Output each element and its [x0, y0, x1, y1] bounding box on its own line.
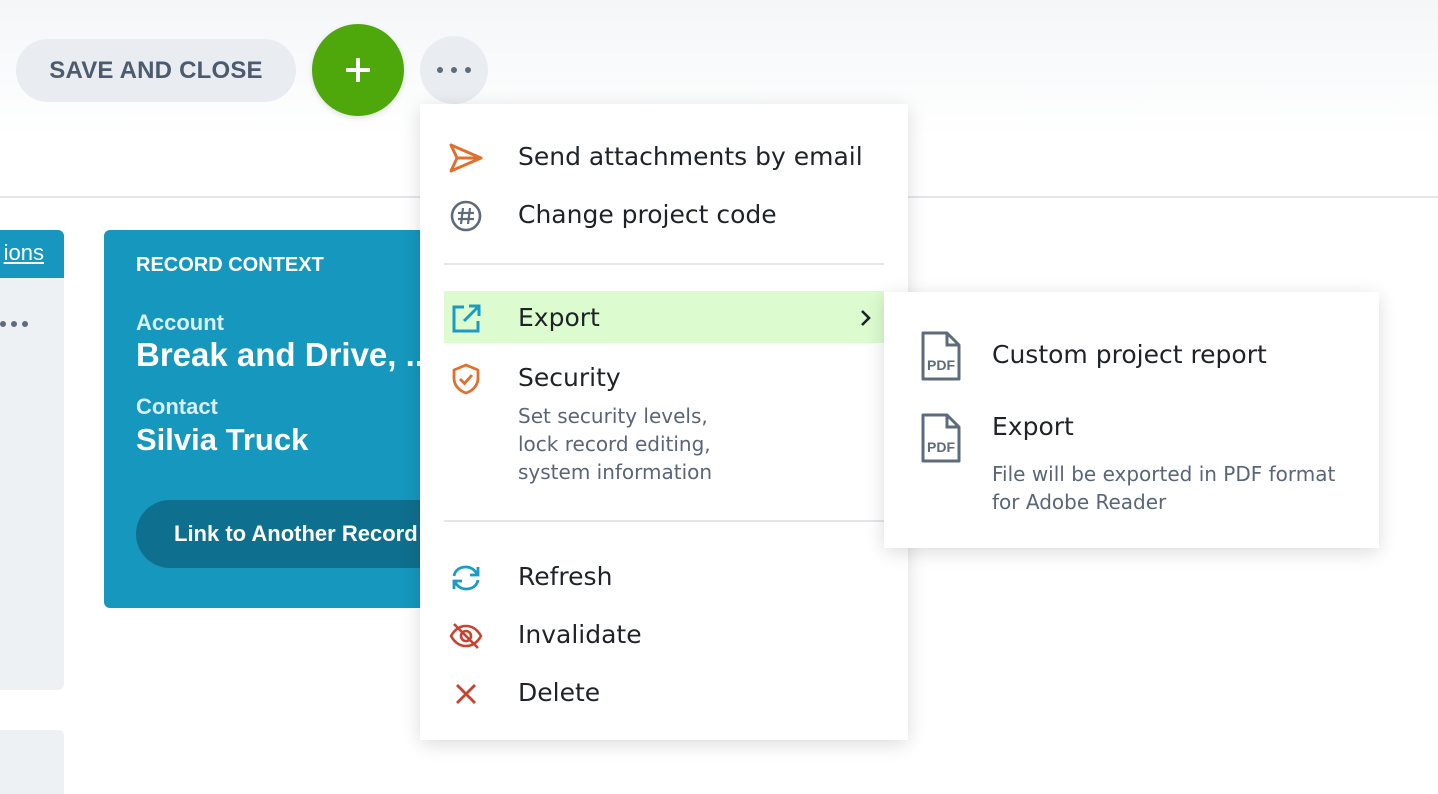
menu-item-label: Refresh: [518, 562, 613, 591]
menu-item-change-project-code[interactable]: Change project code: [444, 186, 884, 240]
security-description-line-1: Set security levels,: [518, 404, 708, 428]
left-panel-more-icon[interactable]: [0, 312, 40, 336]
add-button[interactable]: [312, 24, 404, 116]
pdf-file-icon: PDF: [921, 331, 961, 381]
more-options-button[interactable]: [420, 36, 488, 104]
submenu-item-custom-project-report[interactable]: PDF Custom project report: [914, 328, 1354, 384]
left-panel: [0, 230, 64, 690]
more-dots-icon: [437, 67, 471, 73]
send-icon: [446, 138, 486, 178]
submenu-item-export-pdf[interactable]: PDF Export File will be exported in PDF …: [914, 410, 1354, 520]
hash-icon: [446, 196, 486, 236]
record-context-title: RECORD CONTEXT: [136, 254, 324, 276]
account-value[interactable]: Break and Drive, ...: [136, 336, 433, 374]
left-panel-header: ions: [0, 230, 64, 278]
left-panel-link[interactable]: ions: [4, 240, 44, 266]
submenu-item-label: Export: [992, 412, 1074, 441]
more-options-menu: Send attachments by email Change project…: [420, 104, 908, 740]
export-submenu: PDF Custom project report PDF Export Fil…: [884, 292, 1379, 548]
menu-item-label: Export: [518, 303, 600, 332]
menu-item-label: Delete: [518, 678, 601, 707]
export-description-line-2: for Adobe Reader: [992, 490, 1167, 514]
pdf-file-icon: PDF: [921, 413, 961, 463]
security-description-line-3: system information: [518, 460, 713, 484]
menu-item-label: Invalidate: [518, 620, 642, 649]
page: SAVE AND CLOSE ions RECORD CONTEXT Accou…: [0, 0, 1438, 794]
shield-check-icon: [446, 359, 486, 399]
menu-item-invalidate[interactable]: Invalidate: [444, 606, 884, 660]
close-icon: [446, 674, 486, 714]
eye-off-icon: [446, 616, 486, 656]
plus-icon: [346, 58, 370, 82]
save-and-close-button[interactable]: SAVE AND CLOSE: [16, 39, 296, 102]
menu-item-delete[interactable]: Delete: [444, 664, 884, 718]
menu-item-label: Send attachments by email: [518, 142, 863, 171]
menu-item-security[interactable]: Security: [444, 349, 884, 403]
account-label: Account: [136, 310, 224, 335]
pdf-icon-text: PDF: [927, 357, 955, 373]
menu-separator: [444, 263, 884, 265]
security-description-line-2: lock record editing,: [518, 432, 711, 456]
record-context-card: RECORD CONTEXT Account Break and Drive, …: [104, 230, 434, 608]
pdf-icon-text: PDF: [927, 439, 955, 455]
menu-item-export[interactable]: Export: [444, 291, 884, 343]
chevron-right-icon: [861, 310, 871, 326]
contact-label: Contact: [136, 394, 218, 419]
external-link-icon: [446, 299, 486, 339]
contact-value[interactable]: Silvia Truck: [136, 422, 308, 458]
submenu-item-label: Custom project report: [992, 340, 1267, 369]
menu-separator: [444, 520, 884, 522]
menu-item-label: Change project code: [518, 200, 777, 229]
menu-item-refresh[interactable]: Refresh: [444, 548, 884, 602]
menu-item-send-attachments[interactable]: Send attachments by email: [444, 128, 884, 182]
link-to-another-record-button[interactable]: Link to Another Record: [136, 500, 434, 568]
refresh-icon: [446, 558, 486, 598]
left-panel-lower: [0, 730, 64, 794]
export-description-line-1: File will be exported in PDF format: [992, 462, 1336, 486]
menu-item-label: Security: [518, 363, 621, 392]
